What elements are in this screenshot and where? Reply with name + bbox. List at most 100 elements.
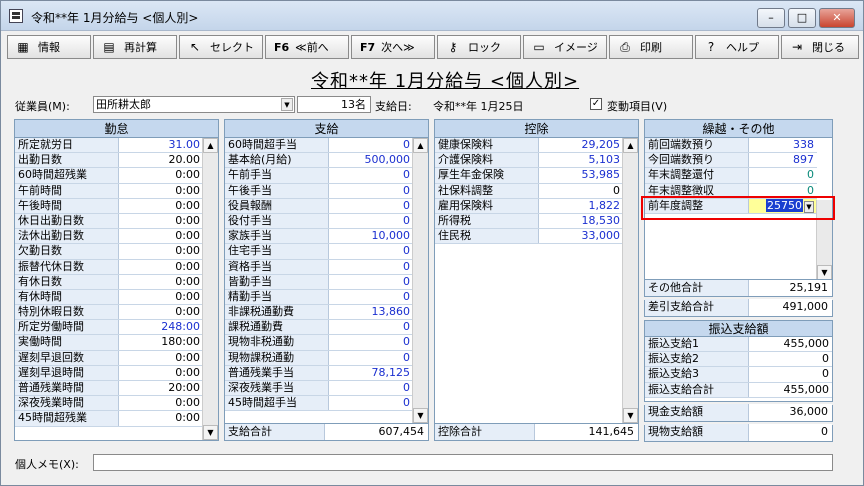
scroll-down-icon[interactable]: ▼ (413, 408, 428, 423)
kintai-row-value[interactable]: 0:00 (119, 305, 203, 319)
image-button[interactable]: ▭ イメージ (523, 35, 607, 59)
shikyu-row: 役付手当 0 (225, 213, 413, 230)
help-button[interactable]: ? ヘルプ (695, 35, 779, 59)
shikyu-row-value[interactable]: 0 (329, 351, 413, 365)
kintai-row-value[interactable]: 0:00 (119, 244, 203, 258)
select-label: セレクト (210, 41, 254, 54)
kojo-row-label: 社保料調整 (435, 183, 539, 198)
scroll-up-icon[interactable]: ▲ (203, 138, 218, 153)
shikyu-row-value[interactable]: 0 (329, 381, 413, 395)
kintai-row-value[interactable]: 248:00 (119, 320, 203, 334)
kurikoshi-row-value[interactable]: 897 (749, 153, 817, 167)
kintai-row-value[interactable]: 0:00 (119, 214, 203, 228)
shikyu-row-value[interactable]: 13,860 (329, 305, 413, 319)
furikomi-row-value[interactable]: 0 (749, 367, 832, 381)
variable-items-checkbox[interactable]: ✓ (590, 98, 602, 110)
kintai-row-label: 振替代休日数 (15, 259, 119, 274)
prev-button[interactable]: F6 ≪前へ (265, 35, 349, 59)
minimize-button[interactable]: – (757, 8, 785, 28)
furikomi-row-value[interactable]: 455,000 (749, 337, 832, 351)
scroll-down-icon[interactable]: ▼ (203, 425, 218, 440)
kintai-row-value[interactable]: 0:00 (119, 168, 203, 182)
scroll-down-icon[interactable]: ▼ (817, 265, 832, 280)
scroll-down-icon[interactable]: ▼ (623, 408, 638, 423)
kojo-row-value[interactable]: 0 (539, 184, 623, 198)
kintai-row-value[interactable]: 31.00 (119, 138, 203, 152)
kintai-row-value[interactable]: 0:00 (119, 411, 203, 425)
kojo-row-value[interactable]: 18,530 (539, 214, 623, 228)
next-button[interactable]: F7 次へ≫ (351, 35, 435, 59)
close-label: 閉じる (812, 41, 845, 54)
kintai-row-value[interactable]: 0:00 (119, 184, 203, 198)
kintai-row-value[interactable]: 20.00 (119, 153, 203, 167)
kojo-row-value[interactable]: 5,103 (539, 153, 623, 167)
shikyu-row-label: 住宅手当 (225, 244, 329, 259)
kintai-row-label: 午前時間 (15, 183, 119, 198)
kojo-row-value[interactable]: 33,000 (539, 229, 623, 243)
kintai-row-value[interactable]: 180:00 (119, 335, 203, 349)
kurikoshi-row-value[interactable]: 0 (749, 168, 817, 182)
kintai-scrollbar[interactable]: ▲ ▼ (202, 138, 218, 440)
chevron-down-icon[interactable]: ▼ (281, 98, 293, 111)
kojo-row-value[interactable]: 53,985 (539, 168, 623, 182)
kintai-row-value[interactable]: 0:00 (119, 199, 203, 213)
kintai-row-value[interactable]: 0:00 (119, 396, 203, 410)
furikomi-row-value[interactable]: 455,000 (749, 383, 832, 397)
scroll-up-icon[interactable]: ▲ (623, 138, 638, 153)
kintai-row-value[interactable]: 0:00 (119, 229, 203, 243)
furikomi-row-label: 振込支給合計 (645, 382, 749, 397)
kintai-row-value[interactable]: 0:00 (119, 366, 203, 380)
shikyu-row-label: 非課税通勤費 (225, 305, 329, 320)
select-button[interactable]: ↖ セレクト (179, 35, 263, 59)
kintai-row-value[interactable]: 0:00 (119, 260, 203, 274)
maximize-button[interactable]: □ (788, 8, 816, 28)
shikyu-row-value[interactable]: 0 (329, 168, 413, 182)
shikyu-row-value[interactable]: 0 (329, 275, 413, 289)
shikyu-row-value[interactable]: 0 (329, 335, 413, 349)
f7-key: F7 (360, 40, 376, 54)
kojo-row-value[interactable]: 29,205 (539, 138, 623, 152)
close-window-button[interactable]: ✕ (819, 8, 855, 28)
lock-button[interactable]: ⚷ ロック (437, 35, 521, 59)
furikomi-row-value[interactable]: 0 (749, 352, 832, 366)
kojo-scrollbar[interactable]: ▲ ▼ (622, 138, 638, 423)
shikyu-row-value[interactable]: 0 (329, 320, 413, 334)
shikyu-row-value[interactable]: 78,125 (329, 366, 413, 380)
memo-input[interactable] (93, 454, 833, 471)
recalc-button[interactable]: ▤ 再計算 (93, 35, 177, 59)
kintai-row: 所定就労日 31.00 (15, 138, 203, 154)
employee-select[interactable]: 田所耕太郎 ▼ (93, 96, 295, 113)
shikyu-scrollbar[interactable]: ▲ ▼ (412, 138, 428, 423)
shikyu-row: 資格手当 0 (225, 259, 413, 275)
shikyu-row-value[interactable]: 0 (329, 199, 413, 213)
shikyu-row-value[interactable]: 0 (329, 396, 413, 410)
kurikoshi-row-value[interactable]: 338 (749, 138, 817, 152)
shikyu-row-value[interactable]: 0 (329, 138, 413, 152)
kojo-row-label: 介護保険料 (435, 153, 539, 168)
kintai-row: 特別休暇日数 0:00 (15, 305, 203, 321)
close-button[interactable]: ⇥ 閉じる (781, 35, 859, 59)
kintai-row-value[interactable]: 20:00 (119, 381, 203, 395)
shikyu-row: 精勤手当 0 (225, 289, 413, 306)
shikyu-row: 60時間超手当 0 (225, 138, 413, 154)
shikyu-panel: 支給 60時間超手当 0 基本給(月給) 500,000 午前手当 0 午後手当 0 役員報酬 0… (224, 119, 429, 441)
shikyu-row-value[interactable]: 0 (329, 214, 413, 228)
kintai-row: 振替代休日数 0:00 (15, 259, 203, 275)
scroll-up-icon[interactable]: ▲ (413, 138, 428, 153)
shikyu-row: 課税通勤費 0 (225, 320, 413, 336)
kintai-row-value[interactable]: 0:00 (119, 351, 203, 365)
kintai-row-value[interactable]: 0:00 (119, 290, 203, 304)
shikyu-row-value[interactable]: 0 (329, 260, 413, 274)
shikyu-row-value[interactable]: 10,000 (329, 229, 413, 243)
app-icon (9, 9, 23, 23)
shikyu-row-value[interactable]: 0 (329, 244, 413, 258)
print-button[interactable]: ⎙ 印刷 (609, 35, 693, 59)
shikyu-row-value[interactable]: 0 (329, 290, 413, 304)
shikyu-row-value[interactable]: 500,000 (329, 153, 413, 167)
kintai-row-value[interactable]: 0:00 (119, 275, 203, 289)
shikyu-row-value[interactable]: 0 (329, 184, 413, 198)
info-button[interactable]: ▦ 情報 (7, 35, 91, 59)
shikyu-row: 現物課税通勤 0 (225, 350, 413, 366)
kintai-row-label: 休日出勤日数 (15, 213, 119, 229)
kojo-row-value[interactable]: 1,822 (539, 199, 623, 213)
